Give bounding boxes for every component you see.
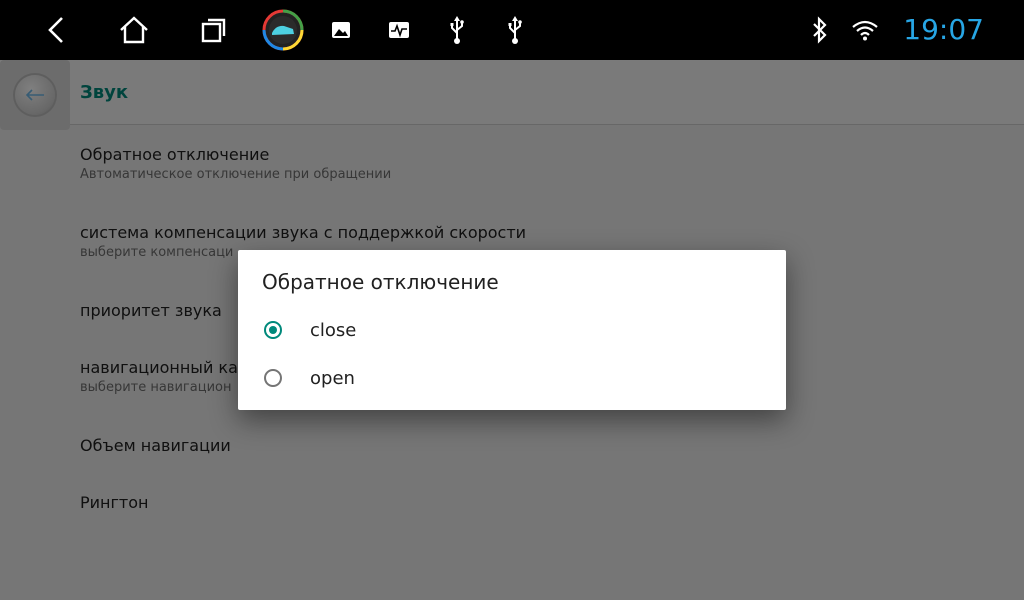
option-close[interactable]: close <box>238 308 786 356</box>
radio-unselected-icon[interactable] <box>264 369 282 387</box>
usb-icon <box>504 0 526 60</box>
wifi-icon <box>850 0 880 60</box>
back-icon[interactable] <box>36 0 76 60</box>
reverse-mute-dialog: Обратное отключение close open <box>238 250 786 410</box>
recents-icon[interactable] <box>194 0 234 60</box>
clock: 19:07 <box>903 13 984 46</box>
option-label: close <box>310 320 357 341</box>
dialog-title: Обратное отключение <box>262 270 499 294</box>
activity-icon[interactable] <box>386 0 412 60</box>
gallery-icon[interactable] <box>328 0 354 60</box>
option-label: open <box>310 368 355 389</box>
app-launcher-icon[interactable] <box>262 0 304 60</box>
home-icon[interactable] <box>114 0 154 60</box>
radio-selected-icon[interactable] <box>264 321 282 339</box>
usb-icon <box>446 0 468 60</box>
option-open[interactable]: open <box>238 356 786 404</box>
status-bar: 19:07 <box>0 0 1024 60</box>
bluetooth-icon <box>808 0 832 60</box>
